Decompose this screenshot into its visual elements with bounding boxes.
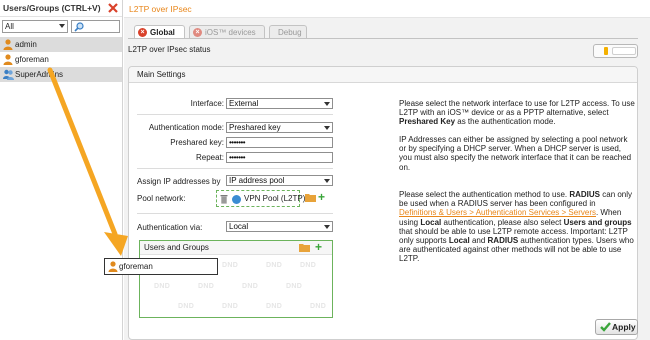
help-text: and [469,236,488,246]
users-groups-panel: Users/Groups (CTRL+V) All admin gforeman [0,0,123,340]
ip-assign-help-text: IP Addresses can either be assigned by s… [399,135,632,172]
dnd-watermark: DND [266,262,283,269]
list-item-gforeman[interactable]: gforeman [0,52,122,67]
chevron-down-icon [59,24,65,28]
preshared-key-field[interactable]: ••••••• [226,137,333,148]
folder-icon[interactable] [305,193,316,202]
search-icon [74,22,84,32]
help-bold: Local [420,217,442,227]
assign-ip-label: Assign IP addresses by [137,177,221,186]
assign-ip-value: IP address pool [229,176,285,185]
user-icon [108,261,118,272]
interface-value: External [229,99,259,108]
status-label: L2TP over IPsec status [128,45,211,54]
tab-label: iOS™ devices [205,28,256,37]
auth-via-label: Authentication via: [137,223,203,232]
status-toggle[interactable] [593,44,638,58]
apply-label: Apply [612,322,636,332]
dnd-watermark: DND [300,262,317,269]
close-icon: × [193,28,202,37]
main-settings-header: Main Settings [129,67,637,83]
interface-select[interactable]: External [226,98,333,109]
chevron-down-icon [324,126,330,130]
dnd-watermark: DND [222,303,239,310]
interface-label: Interface: [190,99,224,108]
users-list: admin gforeman SuperAdmins [0,37,122,82]
preshared-key-label: Preshared key: [170,138,224,147]
auth-help-text: Please select the authentication method … [399,190,635,264]
help-text: Please select the authentication method … [399,190,570,199]
plus-icon[interactable]: + [315,241,322,253]
tab-global[interactable]: × Global [134,25,185,39]
dnd-watermark: DND [154,283,171,290]
list-item-label: SuperAdmins [15,70,64,79]
auth-via-value: Local [229,222,249,231]
apply-button[interactable]: Apply [595,319,638,335]
help-bold: RADIUS [569,190,601,199]
dnd-watermark: DND [222,262,239,269]
help-text: authentication, please also select [441,217,564,227]
list-item-label: gforeman [15,55,49,64]
search-input[interactable] [71,20,120,33]
dnd-watermark: DND [310,303,327,310]
user-icon [3,54,13,65]
chevron-down-icon [324,179,330,183]
list-item-admin[interactable]: admin [0,37,122,52]
pool-network-dropzone[interactable]: VPN Pool (L2TP) [216,190,305,207]
help-bold: Local [448,236,470,246]
help-bold: RADIUS [487,236,519,246]
dnd-watermark: DND [198,283,215,290]
pool-network-value: VPN Pool (L2TP) [244,194,306,203]
help-text: Please select the network interface to u… [399,99,635,118]
list-item-superadmins[interactable]: SuperAdmins [0,67,122,82]
checkmark-icon [600,322,611,332]
tab-debug[interactable]: Debug [269,25,307,39]
chevron-down-icon [324,225,330,229]
tab-label: Global [150,28,175,37]
trash-icon[interactable] [220,194,228,204]
group-icon [3,69,14,80]
main-settings-box: Main Settings Interface: External Authen… [128,66,638,340]
filter-value: All [5,22,14,31]
auth-via-select[interactable]: Local [226,221,333,232]
page-title: L2TP over IPsec [124,0,650,18]
tab-ios-devices[interactable]: × iOS™ devices [189,25,265,39]
dnd-watermark: DND [178,303,195,310]
toggle-track [612,47,636,55]
tab-divider [128,38,638,39]
plus-icon[interactable]: + [318,191,325,203]
help-bold: Preshared Key [399,117,456,127]
assign-ip-select[interactable]: IP address pool [226,175,333,186]
close-icon[interactable] [107,2,119,14]
divider [137,213,333,214]
divider [137,168,333,169]
repeat-key-field[interactable]: ••••••• [226,152,333,163]
auth-services-link[interactable]: Definitions & Users > Authentication Ser… [399,208,596,217]
divider [137,114,333,115]
auth-mode-value: Preshared key [229,123,281,132]
list-item-label: admin [15,40,37,49]
dnd-watermark: DND [242,283,259,290]
user-icon [3,39,13,50]
help-bold: Users and groups [563,217,632,227]
auth-mode-select[interactable]: Preshared key [226,122,333,133]
filter-select[interactable]: All [2,20,68,33]
folder-icon[interactable] [299,243,310,252]
close-icon: × [138,28,147,37]
network-icon [232,195,241,204]
chevron-down-icon [324,102,330,106]
panel-title: Users/Groups (CTRL+V) [0,0,122,17]
auth-mode-label: Authentication mode: [148,123,224,132]
pool-network-label: Pool network: [137,194,186,203]
dnd-watermark: DND [266,303,283,310]
dnd-watermark: DND [286,283,303,290]
l2tp-panel: L2TP over IPsec × Global × iOS™ devices … [124,0,650,340]
interface-help-text: Please select the network interface to u… [399,99,635,127]
help-text: as the authentication mode. [455,117,556,127]
repeat-label: Repeat: [195,153,224,162]
dragged-user-label: gforeman [119,262,153,271]
toggle-knob [604,47,608,55]
dragged-user-item[interactable]: gforeman [104,258,218,275]
tab-label: Debug [278,28,302,37]
